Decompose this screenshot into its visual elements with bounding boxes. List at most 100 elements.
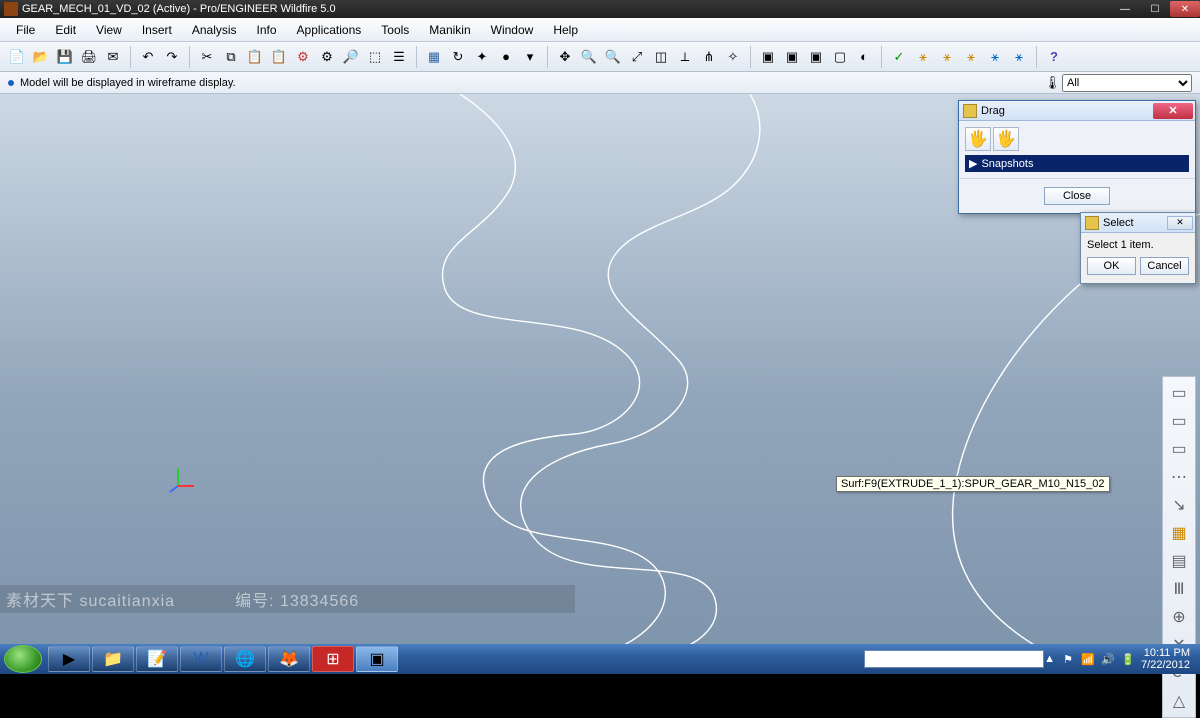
menu-applications[interactable]: Applications — [287, 21, 372, 39]
save-icon[interactable]: 💾 — [54, 46, 76, 68]
rt-icon-7[interactable]: ▤ — [1165, 549, 1193, 573]
undo-icon[interactable]: ↶ — [137, 46, 159, 68]
paste-special-icon[interactable]: 📋 — [268, 46, 290, 68]
menu-analysis[interactable]: Analysis — [182, 21, 247, 39]
menu-edit[interactable]: Edit — [45, 21, 86, 39]
window3-icon[interactable]: ▣ — [805, 46, 827, 68]
mail-icon[interactable]: ✉ — [102, 46, 124, 68]
copy-icon[interactable]: ⧉ — [220, 46, 242, 68]
maximize-button[interactable]: ☐ — [1140, 1, 1170, 17]
minimize-button[interactable]: — — [1110, 1, 1140, 17]
datum-plane-icon[interactable]: ◫ — [650, 46, 672, 68]
close-button[interactable]: ✕ — [1170, 1, 1200, 17]
clock-time[interactable]: 10:11 PM — [1141, 647, 1190, 659]
zoom-in-icon[interactable]: 🔍 — [578, 46, 600, 68]
mech5-icon[interactable]: ⚹ — [984, 46, 1006, 68]
spin-icon[interactable]: ↻ — [447, 46, 469, 68]
task-firefox-icon[interactable]: 🦊 — [268, 646, 310, 672]
pan-icon[interactable]: ✥ — [554, 46, 576, 68]
clock-date[interactable]: 7/22/2012 — [1141, 659, 1190, 671]
display-dropdown-icon[interactable]: ▾ — [519, 46, 541, 68]
menu-insert[interactable]: Insert — [132, 21, 182, 39]
menu-view[interactable]: View — [86, 21, 132, 39]
find-icon[interactable]: 🔎 — [340, 46, 362, 68]
datum-axis-icon[interactable]: ⟂ — [674, 46, 696, 68]
drag-dialog[interactable]: Drag ✕ 🖐 🖐 ▶ Snapshots Close — [958, 100, 1196, 214]
menu-help[interactable]: Help — [543, 21, 588, 39]
shade-icon[interactable]: ● — [495, 46, 517, 68]
select-cancel-button[interactable]: Cancel — [1140, 257, 1189, 275]
rt-icon-12[interactable]: △ — [1165, 689, 1193, 713]
paste-icon[interactable]: 📋 — [244, 46, 266, 68]
task-globe-icon[interactable]: 🌐 — [224, 646, 266, 672]
select-dialog-titlebar[interactable]: Select ✕ — [1081, 213, 1195, 233]
tray-volume-icon[interactable]: 🔊 — [1101, 652, 1115, 666]
tray-battery-icon[interactable]: 🔋 — [1121, 652, 1135, 666]
tray-flag-icon[interactable]: ⚑ — [1061, 652, 1075, 666]
drag-dialog-titlebar[interactable]: Drag ✕ — [959, 101, 1195, 121]
mech2-icon[interactable]: ⚹ — [912, 46, 934, 68]
layers-icon[interactable]: ☰ — [388, 46, 410, 68]
watermark: 素材天下 sucaitianxia 编号: 13834566 — [0, 585, 575, 613]
task-explorer-icon[interactable]: 📁 — [92, 646, 134, 672]
menu-info[interactable]: Info — [247, 21, 287, 39]
print-icon[interactable]: 🖨 — [78, 46, 100, 68]
redo-icon[interactable]: ↷ — [161, 46, 183, 68]
menu-window[interactable]: Window — [481, 21, 544, 39]
tray-expand-icon[interactable]: ▲ — [1044, 653, 1055, 665]
menu-manikin[interactable]: Manikin — [419, 21, 480, 39]
task-word-icon[interactable]: W — [180, 646, 222, 672]
window5-icon[interactable]: ◐ — [853, 46, 875, 68]
task-red-icon[interactable]: ⊞ — [312, 646, 354, 672]
menu-tools[interactable]: Tools — [371, 21, 419, 39]
task-notes-icon[interactable]: 📝 — [136, 646, 178, 672]
filter-select[interactable]: All — [1062, 74, 1192, 92]
drag-hand-icon[interactable]: 🖐 — [965, 127, 991, 151]
view-icon[interactable]: ▦ — [423, 46, 445, 68]
csys-icon[interactable]: ✧ — [722, 46, 744, 68]
rt-icon-9[interactable]: ⊕ — [1165, 605, 1193, 629]
task-proe-icon[interactable]: ▣ — [356, 646, 398, 672]
task-media-icon[interactable]: ▶ — [48, 646, 90, 672]
tray-network-icon[interactable]: 📶 — [1081, 652, 1095, 666]
zoom-fit-icon[interactable]: ⤢ — [626, 46, 648, 68]
rt-icon-1[interactable]: ▭ — [1165, 381, 1193, 405]
select-ok-button[interactable]: OK — [1087, 257, 1136, 275]
datum-point-icon[interactable]: ⋔ — [698, 46, 720, 68]
rt-icon-6[interactable]: ▦ — [1165, 521, 1193, 545]
regen-icon[interactable]: ⚙ — [292, 46, 314, 68]
rt-icon-4[interactable]: ⋯ — [1165, 465, 1193, 489]
status-bullet-icon — [8, 80, 14, 86]
select-dialog-close-icon[interactable]: ✕ — [1167, 216, 1193, 230]
start-button[interactable] — [4, 645, 42, 673]
window2-icon[interactable]: ▣ — [781, 46, 803, 68]
taskbar[interactable]: ▶ 📁 📝 W 🌐 🦊 ⊞ ▣ ▲ ⚑ 📶 🔊 🔋 10:11 PM 7/22/… — [0, 644, 1200, 674]
mech4-icon[interactable]: ⚹ — [960, 46, 982, 68]
select-icon[interactable]: ⬚ — [364, 46, 386, 68]
mech6-icon[interactable]: ⚹ — [1008, 46, 1030, 68]
toolbar: 📄 📂 💾 🖨 ✉ ↶ ↷ ✂ ⧉ 📋 📋 ⚙ ⚙ 🔎 ⬚ ☰ ▦ ↻ ✦ ● … — [0, 42, 1200, 72]
rt-icon-3[interactable]: ▭ — [1165, 437, 1193, 461]
orient-icon[interactable]: ✦ — [471, 46, 493, 68]
drag-dialog-close-icon[interactable]: ✕ — [1153, 103, 1193, 119]
mech3-icon[interactable]: ⚹ — [936, 46, 958, 68]
watermark-left: 素材天下 sucaitianxia — [6, 587, 175, 611]
window1-icon[interactable]: ▣ — [757, 46, 779, 68]
settings-icon[interactable]: ⚙ — [316, 46, 338, 68]
drag-close-button[interactable]: Close — [1044, 187, 1110, 205]
drag-hand-move-icon[interactable]: 🖐 — [993, 127, 1019, 151]
rt-icon-5[interactable]: ↘ — [1165, 493, 1193, 517]
window4-icon[interactable]: ▢ — [829, 46, 851, 68]
new-icon[interactable]: 📄 — [6, 46, 28, 68]
menu-file[interactable]: File — [6, 21, 45, 39]
snapshots-header[interactable]: ▶ Snapshots — [965, 155, 1189, 172]
rt-icon-2[interactable]: ▭ — [1165, 409, 1193, 433]
zoom-out-icon[interactable]: 🔍 — [602, 46, 624, 68]
cut-icon[interactable]: ✂ — [196, 46, 218, 68]
select-dialog[interactable]: Select ✕ Select 1 item. OK Cancel — [1080, 212, 1196, 284]
rt-icon-8[interactable]: Ⅲ — [1165, 577, 1193, 601]
open-icon[interactable]: 📂 — [30, 46, 52, 68]
tray-input[interactable] — [864, 650, 1044, 668]
mech-icon[interactable]: ✓ — [888, 46, 910, 68]
help-icon[interactable]: ? — [1043, 46, 1065, 68]
